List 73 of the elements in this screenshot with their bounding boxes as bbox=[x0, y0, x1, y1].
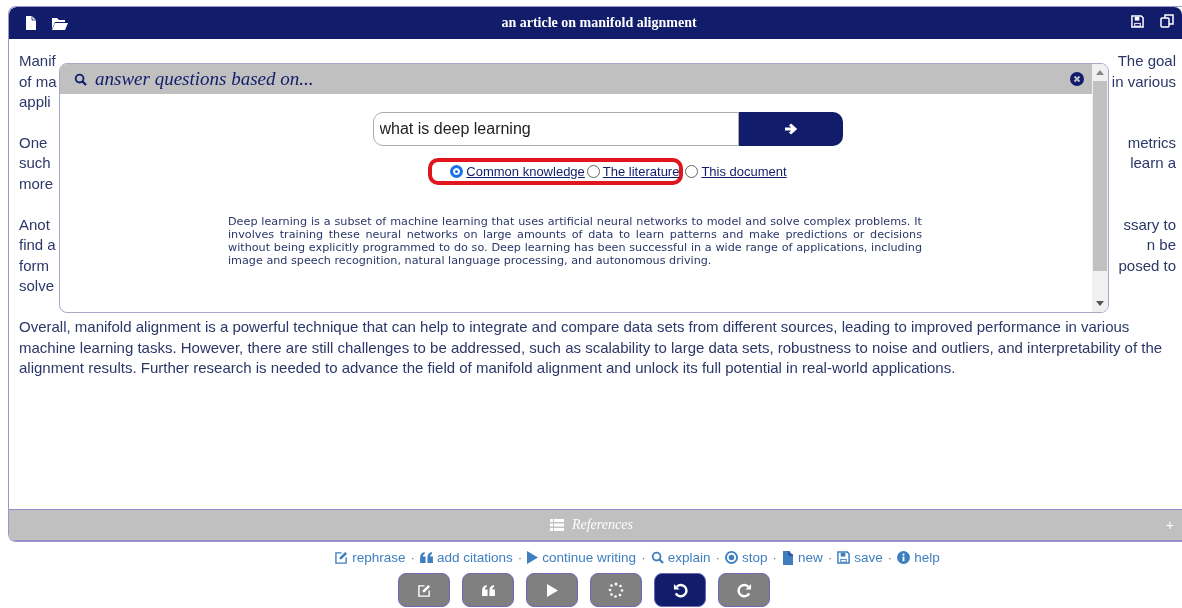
save-icon bbox=[837, 551, 851, 564]
text-fragment: find a bbox=[19, 235, 56, 256]
text-fragment: learn a bbox=[1130, 153, 1176, 174]
radio-button[interactable] bbox=[586, 165, 600, 178]
action-link[interactable]: new bbox=[781, 550, 823, 565]
edit-button[interactable] bbox=[398, 573, 450, 607]
search-icon bbox=[650, 551, 664, 564]
source-link[interactable]: This document bbox=[701, 164, 787, 179]
action-link[interactable]: save bbox=[837, 550, 883, 565]
question-field[interactable]: what is deep learning bbox=[372, 112, 739, 146]
document-title: an article on manifold alignment bbox=[500, 15, 698, 31]
separator: · bbox=[410, 550, 415, 565]
list-icon bbox=[549, 519, 564, 531]
text-fragment: of ma bbox=[19, 71, 57, 92]
text-fragment: Manif bbox=[19, 51, 56, 71]
text-fragment: form bbox=[19, 255, 49, 276]
copy-icon[interactable] bbox=[1160, 14, 1174, 28]
quote-icon bbox=[420, 552, 433, 563]
radio-button[interactable] bbox=[685, 165, 699, 178]
separator: · bbox=[715, 550, 720, 565]
redo-button[interactable] bbox=[718, 573, 770, 607]
action-link[interactable]: continue writing bbox=[527, 550, 637, 565]
spinner-button[interactable] bbox=[590, 573, 642, 607]
action-link[interactable]: add citations bbox=[420, 550, 513, 565]
stop-icon bbox=[724, 551, 738, 564]
text-fragment: appli bbox=[19, 92, 51, 113]
action-link[interactable]: explain bbox=[650, 550, 711, 565]
arrow-icon bbox=[783, 122, 798, 136]
edit-icon bbox=[335, 551, 349, 564]
separator: · bbox=[887, 550, 893, 565]
dialog-title: answer questions based on... bbox=[95, 68, 315, 90]
text-fragment: The goal bbox=[1117, 51, 1176, 71]
separator: · bbox=[641, 550, 646, 565]
file-icon bbox=[781, 550, 794, 565]
action-link[interactable]: rephrase bbox=[335, 550, 406, 565]
play-icon bbox=[527, 551, 539, 564]
separator: · bbox=[772, 550, 777, 565]
undo-button[interactable] bbox=[654, 573, 706, 607]
redo-icon bbox=[736, 582, 752, 598]
separator: · bbox=[827, 550, 833, 565]
text-fragment: more bbox=[19, 173, 54, 194]
scrollbar[interactable] bbox=[1092, 64, 1108, 312]
undo-icon bbox=[672, 582, 688, 598]
save-icon[interactable] bbox=[1131, 15, 1144, 28]
spinner-icon bbox=[608, 582, 624, 598]
text-fragment: One bbox=[19, 132, 48, 153]
text-fragment: ssary to bbox=[1123, 214, 1176, 235]
action-link[interactable]: help bbox=[897, 550, 940, 565]
quote-icon bbox=[481, 584, 495, 596]
edit-icon bbox=[417, 583, 431, 597]
folder-icon[interactable] bbox=[52, 16, 68, 30]
text-fragment: posed to bbox=[1118, 255, 1176, 276]
source-link[interactable]: The literature bbox=[602, 164, 680, 179]
text-fragment: Anot bbox=[19, 214, 50, 235]
submit-button[interactable] bbox=[738, 112, 843, 146]
new-file-icon[interactable] bbox=[25, 16, 37, 30]
play-button[interactable] bbox=[526, 573, 578, 607]
play-icon bbox=[546, 583, 558, 597]
answer-text: Deep learning is a subset of machine learning that uses artificial neural networks to model and solve complex problems. It involves training these neural networks on large amounts of data to learn patterns and make predictions or decisions without being explicitly programmed to do so. Deep learning has been successful in a wide range of applications, including image and speech recognition, natural language processing, and autonomous driving. bbox=[228, 215, 922, 267]
info-icon bbox=[897, 551, 911, 564]
close-icon[interactable] bbox=[1070, 72, 1084, 86]
quote-button[interactable] bbox=[462, 573, 514, 607]
text-fragment: in various bbox=[1111, 71, 1176, 92]
text-fragment: metrics bbox=[1127, 132, 1176, 153]
text-fragment: solve bbox=[19, 276, 55, 297]
text-fragment: n be bbox=[1146, 235, 1176, 256]
text-fragment: such bbox=[19, 153, 51, 174]
separator: · bbox=[517, 550, 523, 565]
action-link[interactable]: stop bbox=[724, 550, 768, 565]
search-icon bbox=[74, 72, 87, 86]
paragraph: Overall, manifold alignment is a powerful technique that can help to integrate and compare data sets from different sources, leading to improved performance in various machine learning tasks. However, there are still challenges to be addressed, such as scalability to large data sets, robustness to noise and outliers, and interpretability of the alignment results. Further research is needed to advance the field of manifold alignment and unlock its full potential in real-world applications. bbox=[19, 316, 1164, 379]
source-link[interactable]: Common knowledge bbox=[466, 164, 585, 179]
radio-button[interactable] bbox=[450, 165, 464, 178]
